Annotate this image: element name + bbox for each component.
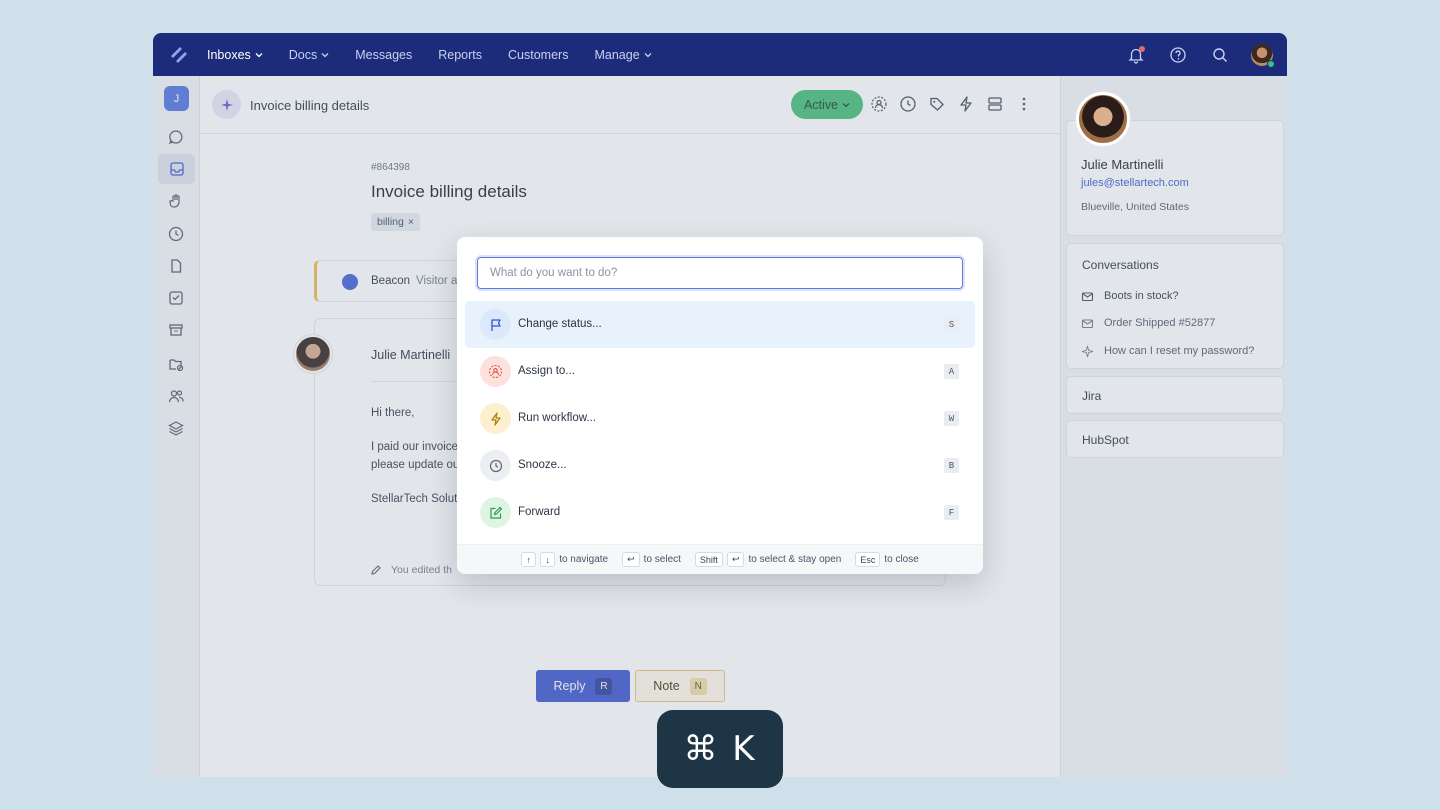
user-avatar[interactable] [1251,43,1275,68]
hint-text: to select & stay open [748,554,842,565]
helpscout-logo-icon[interactable] [168,44,190,66]
command-label: Change status... [518,318,602,330]
command-icon [480,403,511,434]
nav-item-reports[interactable]: Reports [438,48,482,62]
nav-item-label: Messages [355,47,413,62]
notifications-button[interactable] [1125,44,1147,66]
command-icon [480,309,511,340]
command-icon [480,450,511,481]
command-shortcut-key: F [944,505,959,520]
command-label: Assign to... [518,365,575,377]
command-run-workflow[interactable]: Run workflow... W [465,395,975,442]
nav-utilities [1125,33,1275,76]
nav-item-label: Customers [508,47,569,62]
command-label: Snooze... [518,459,567,471]
command-change-status[interactable]: Change status... S [465,301,975,348]
search-icon [1213,47,1227,62]
esc-key: Esc [855,552,881,567]
command-list: Change status... S Assign to... A Run wo… [465,301,975,536]
return-key-icon: ↩ [622,552,640,567]
nav-item-label: Reports [438,47,483,62]
assign-user-icon [488,364,503,379]
chevron-down-icon [255,52,263,57]
command-label: Forward [518,506,561,518]
command-palette: Change status... S Assign to... A Run wo… [457,237,983,574]
command-icon [480,356,511,387]
help-icon [1170,46,1186,63]
hint-text: to navigate [559,554,609,565]
nav-item-messages[interactable]: Messages [355,48,412,62]
flag-icon [490,318,501,331]
nav-item-label: Manage [594,47,640,62]
notification-dot [1139,45,1145,52]
nav-item-docs[interactable]: Docs [289,48,329,62]
shift-key: Shift [694,552,723,567]
nav-item-label: Inboxes [207,47,251,62]
hint-navigate: ↑ ↓ to navigate [521,552,608,567]
top-nav: Inboxes Docs Messages Reports Customers … [153,33,1287,76]
hint-text: to select [643,554,681,565]
arrow-up-icon: ↑ [521,552,537,567]
nav-item-inboxes[interactable]: Inboxes [207,48,263,62]
command-search-input[interactable] [477,257,963,289]
hint-close: Esc to close [855,552,919,567]
chevron-down-icon [644,52,652,57]
command-assign[interactable]: Assign to... A [465,348,975,395]
nav-item-label: Docs [288,47,318,62]
hint-select-stay: Shift ↩ to select & stay open [694,552,842,567]
nav-menu: Inboxes Docs Messages Reports Customers … [207,33,678,76]
online-status-dot [1267,59,1275,68]
command-shortcut-key: S [944,317,959,332]
lightning-icon [490,411,501,426]
command-icon [480,497,511,528]
command-forward[interactable]: Forward F [465,489,975,536]
arrow-down-icon: ↓ [540,552,556,567]
keyboard-shortcut-badge: ⌘ K [657,710,783,788]
command-palette-footer: ↑ ↓ to navigate ↩ to select Shift ↩ to s… [457,544,983,574]
help-button[interactable] [1167,44,1189,66]
command-shortcut-key: B [944,458,959,473]
customer-profile-avatar[interactable] [1076,92,1130,146]
chevron-down-icon [321,52,329,57]
hint-select: ↩ to select [622,552,681,567]
clock-icon [489,459,502,472]
command-label: Run workflow... [518,412,596,424]
nav-item-customers[interactable]: Customers [508,48,568,62]
search-button[interactable] [1209,44,1231,66]
return-key-icon: ↩ [726,552,745,567]
forward-edit-icon [489,506,502,519]
command-shortcut-key: W [944,411,959,426]
command-shortcut-key: A [944,364,959,379]
hint-text: to close [884,554,919,565]
nav-item-manage[interactable]: Manage [594,47,652,62]
command-snooze[interactable]: Snooze... B [465,442,975,489]
